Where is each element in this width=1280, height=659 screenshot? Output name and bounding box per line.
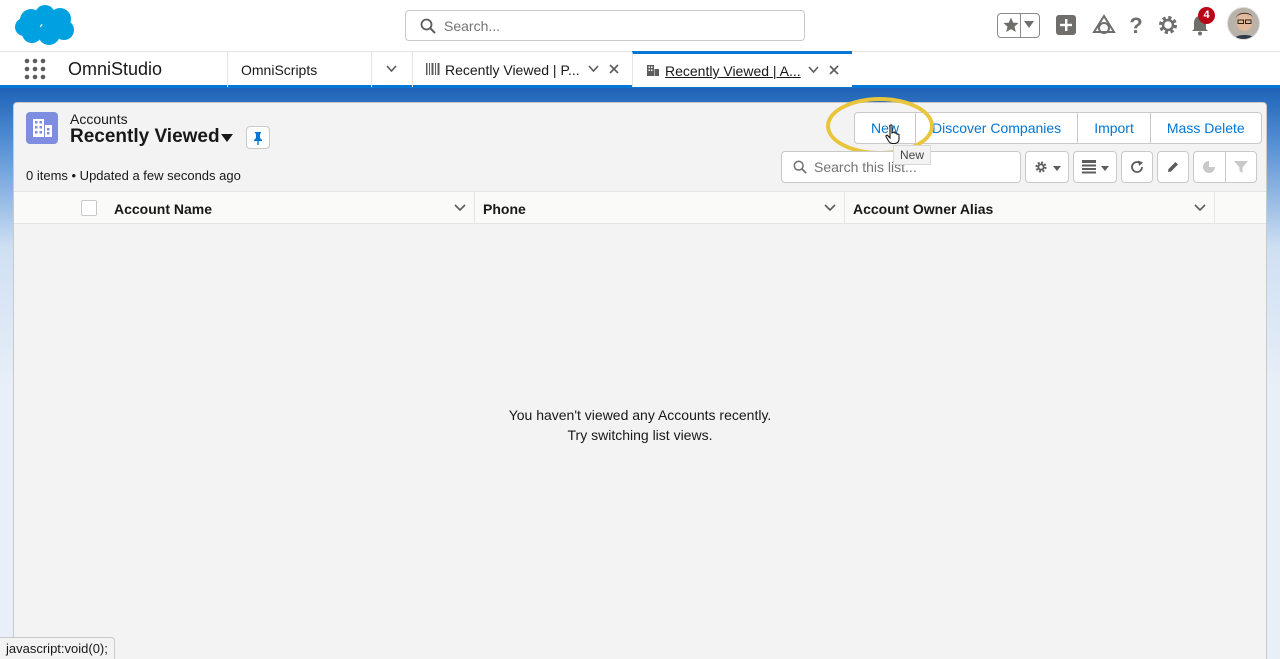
caret-down-icon[interactable] <box>221 134 233 142</box>
app-launcher-icon[interactable] <box>24 58 46 80</box>
empty-state-line: Try switching list views. <box>567 427 713 443</box>
empty-state-message: You haven't viewed any Accounts recently… <box>14 405 1266 445</box>
display-as-button[interactable] <box>1073 151 1117 183</box>
global-search[interactable] <box>405 10 805 41</box>
chevron-down-icon[interactable] <box>588 65 599 73</box>
close-icon[interactable] <box>609 64 619 74</box>
edit-list-button[interactable] <box>1157 151 1189 183</box>
chart-icon[interactable] <box>1202 160 1216 174</box>
column-header-phone[interactable]: Phone <box>474 192 844 223</box>
hand-cursor-icon <box>885 124 900 144</box>
pin-list-view-button[interactable] <box>246 126 270 149</box>
star-icon <box>1003 17 1019 32</box>
chevron-down-icon[interactable] <box>1194 204 1206 212</box>
search-icon <box>420 18 436 34</box>
refresh-button[interactable] <box>1121 151 1153 183</box>
global-actions-icon[interactable] <box>1054 13 1078 37</box>
import-button[interactable]: Import <box>1077 112 1151 144</box>
svg-text:?: ? <box>1129 13 1142 37</box>
tab-label: Recently Viewed | P... <box>445 62 580 78</box>
gear-icon[interactable] <box>1156 13 1180 37</box>
discover-companies-button[interactable]: Discover Companies <box>915 112 1079 144</box>
browser-status-bar: javascript:void(0); <box>0 637 115 659</box>
tab-recently-viewed-a[interactable]: Recently Viewed | A... <box>632 51 852 87</box>
tab-omniscripts[interactable]: OmniScripts <box>227 52 412 87</box>
chevron-down-icon[interactable] <box>454 204 466 212</box>
list-view-panel: Accounts Recently Viewed 0 items • Updat… <box>13 97 1267 659</box>
accounts-icon <box>647 65 659 76</box>
help-icon[interactable]: ? <box>1124 13 1148 37</box>
chart-filter-group <box>1193 151 1257 183</box>
notification-badge: 4 <box>1198 7 1215 24</box>
empty-state-line: You haven't viewed any Accounts recently… <box>508 407 772 423</box>
refresh-icon <box>1131 160 1143 173</box>
column-header-account-owner-alias[interactable]: Account Owner Alias <box>844 192 1215 223</box>
tab-recently-viewed-p[interactable]: Recently Viewed | P... <box>412 52 632 87</box>
tab-label: Recently Viewed | A... <box>665 63 801 79</box>
favorites-button[interactable] <box>997 13 1040 38</box>
select-all-checkbox[interactable] <box>81 200 97 216</box>
gear-icon <box>1035 161 1047 173</box>
pencil-icon <box>1168 162 1178 172</box>
mass-delete-button[interactable]: Mass Delete <box>1149 112 1262 144</box>
global-search-input[interactable] <box>444 12 794 39</box>
tab-label: OmniScripts <box>241 62 318 78</box>
search-icon <box>793 160 807 174</box>
chevron-down-icon[interactable] <box>824 204 836 212</box>
tooltip: New <box>893 145 932 165</box>
caret-down-icon <box>1053 166 1061 171</box>
caret-down-icon <box>1101 166 1109 171</box>
object-label: Accounts <box>70 111 128 127</box>
trailhead-icon[interactable] <box>1092 13 1116 37</box>
table-header: Account Name Phone Account Owner Alias <box>14 191 1266 224</box>
barcode-icon <box>426 63 440 75</box>
app-name: OmniStudio <box>68 59 163 79</box>
list-view-title[interactable]: Recently Viewed <box>70 126 220 148</box>
avatar[interactable] <box>1227 7 1260 40</box>
close-icon[interactable] <box>829 65 839 75</box>
chevron-down-icon[interactable] <box>808 66 819 74</box>
pin-icon <box>254 132 262 145</box>
column-header-account-name[interactable]: Account Name <box>104 192 474 223</box>
column-label: Phone <box>483 201 526 217</box>
chevron-down-icon <box>1024 21 1034 28</box>
list-view-meta: 0 items • Updated a few seconds ago <box>26 168 241 183</box>
table-icon <box>1082 160 1096 174</box>
user-photo-icon <box>1228 8 1259 39</box>
app-nav-bar: OmniStudio OmniScripts Recently Viewed |… <box>0 51 1280 88</box>
column-label: Account Owner Alias <box>853 201 994 217</box>
global-header: ? 4 <box>0 0 1280 51</box>
list-actions: New Discover Companies Import Mass Delet… <box>854 112 1262 144</box>
filter-icon[interactable] <box>1234 160 1248 174</box>
column-label: Account Name <box>114 201 213 217</box>
list-view-controls-button[interactable] <box>1025 151 1069 183</box>
salesforce-logo[interactable] <box>14 4 76 46</box>
accounts-object-icon <box>26 112 58 144</box>
chevron-down-icon[interactable] <box>386 65 397 73</box>
